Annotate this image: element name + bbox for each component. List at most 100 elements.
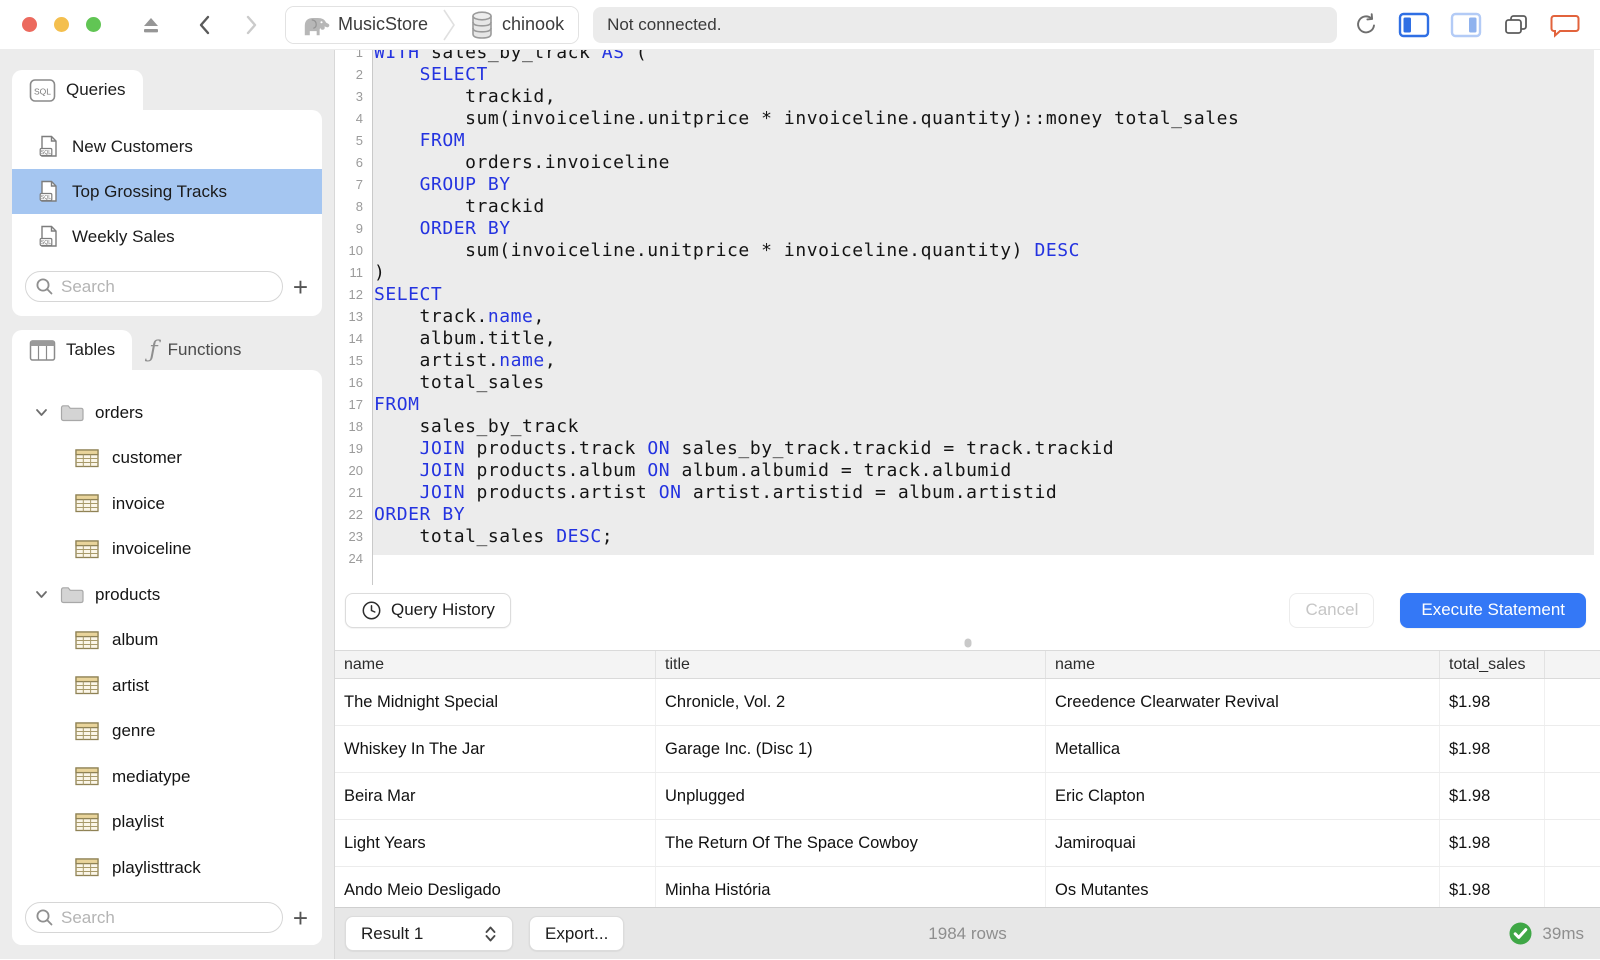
tree-table-row[interactable]: album <box>12 618 322 664</box>
server-name: MusicStore <box>338 14 429 34</box>
disclosure-chevron-icon[interactable] <box>34 587 49 602</box>
sidebar: SQL Queries SQL New Customers SQL Top Gross… <box>0 50 335 959</box>
tree-table-row[interactable]: playlisttrack <box>12 845 322 891</box>
results-cell[interactable]: The Midnight Special <box>335 679 656 725</box>
cancel-button[interactable]: Cancel <box>1289 592 1375 628</box>
tree-table-row[interactable]: artist <box>12 663 322 709</box>
results-cell[interactable]: $1.98 <box>1440 773 1545 819</box>
tree-item-label: orders <box>95 402 144 422</box>
line-number: 16 <box>348 375 363 390</box>
results-column-header[interactable]: name <box>1046 651 1440 678</box>
zoom-window-button[interactable] <box>86 17 101 32</box>
disconnect-eject-button[interactable] <box>139 13 163 37</box>
query-item-label: Weekly Sales <box>72 226 175 246</box>
tree-table-row[interactable]: genre <box>12 709 322 755</box>
navigate-forward-button[interactable] <box>237 12 263 38</box>
tab-functions-label: Functions <box>167 340 242 359</box>
results-cell[interactable]: Creedence Clearwater Revival <box>1046 679 1440 725</box>
database-cylinder-icon <box>472 10 492 39</box>
results-cell[interactable]: Unplugged <box>656 773 1046 819</box>
toggle-left-sidebar-button[interactable] <box>1398 12 1430 38</box>
results-column-header[interactable]: title <box>656 651 1046 678</box>
query-list-item[interactable]: SQL Weekly Sales <box>12 214 322 259</box>
query-list-item[interactable]: SQL Top Grossing Tracks <box>12 169 322 214</box>
results-cell[interactable]: $1.98 <box>1440 820 1545 866</box>
add-query-button[interactable]: + <box>289 274 312 300</box>
results-cell[interactable]: The Return Of The Space Cowboy <box>656 820 1046 866</box>
code-line: orders.invoiceline <box>374 152 671 173</box>
editor-results-splitter[interactable] <box>335 635 1600 650</box>
tab-queries-label: Queries <box>66 80 126 99</box>
feedback-button[interactable] <box>1550 12 1580 38</box>
tree-folder-row[interactable]: orders <box>12 390 322 436</box>
search-icon <box>36 278 53 295</box>
line-number: 1 <box>355 50 363 60</box>
execute-statement-button[interactable]: Execute Statement <box>1400 592 1586 628</box>
close-window-button[interactable] <box>22 17 37 32</box>
results-cell[interactable] <box>1545 820 1600 866</box>
toggle-right-sidebar-button[interactable] <box>1450 12 1482 38</box>
sidebar-left-icon <box>1398 12 1430 37</box>
tables-search-input[interactable] <box>54 907 282 928</box>
results-cell[interactable] <box>1545 773 1600 819</box>
tree-item-label: invoiceline <box>112 539 192 559</box>
results-column-header[interactable]: total_sales <box>1440 651 1545 678</box>
function-icon: ƒ <box>149 337 158 363</box>
results-cell[interactable] <box>1545 726 1600 772</box>
tree-table-row[interactable]: playlist <box>12 800 322 846</box>
tree-item-label: playlisttrack <box>112 857 201 877</box>
results-cell[interactable]: Metallica <box>1046 726 1440 772</box>
results-cell[interactable]: Light Years <box>335 820 656 866</box>
tab-functions[interactable]: ƒ Functions <box>132 330 258 370</box>
query-history-button[interactable]: Query History <box>345 592 511 628</box>
tree-table-row[interactable]: invoice <box>12 481 322 527</box>
results-cell[interactable]: Eric Clapton <box>1046 773 1440 819</box>
breadcrumb-server[interactable]: MusicStore <box>286 6 443 43</box>
query-list-item[interactable]: SQL New Customers <box>12 124 322 169</box>
results-cell[interactable]: Garage Inc. (Disc 1) <box>656 726 1046 772</box>
results-cell[interactable]: Os Mutantes <box>1046 867 1440 907</box>
breadcrumb-database[interactable]: chinook <box>456 6 579 43</box>
results-cell[interactable]: $1.98 <box>1440 679 1545 725</box>
results-cell[interactable]: Chronicle, Vol. 2 <box>656 679 1046 725</box>
line-number: 9 <box>355 221 363 236</box>
results-column-header[interactable]: name <box>335 651 656 678</box>
tree-table-row[interactable]: customer <box>12 436 322 482</box>
sql-editor[interactable]: 1 2 3 4 5 6 7 8 9 10 11 12 13 14 15 16 17 18 19 20 21 22 23 24 … <box>335 50 1600 585</box>
results-cell[interactable]: Ando Meio Desligado <box>335 867 656 907</box>
results-cell[interactable] <box>1545 867 1600 907</box>
queries-search-input[interactable] <box>54 276 282 297</box>
line-number: 8 <box>355 199 363 214</box>
window-tabs-button[interactable] <box>1502 12 1530 38</box>
line-number: 21 <box>348 485 363 500</box>
results-cell[interactable]: Beira Mar <box>335 773 656 819</box>
tree-item-label: genre <box>112 721 156 741</box>
tables-search-box <box>25 902 283 933</box>
code-line: total_sales <box>374 372 545 393</box>
reload-button[interactable] <box>1353 12 1378 37</box>
minimize-window-button[interactable] <box>54 17 69 32</box>
results-cell[interactable]: Minha História <box>656 867 1046 907</box>
results-cell[interactable]: Whiskey In The Jar <box>335 726 656 772</box>
tab-tables[interactable]: Tables <box>12 330 133 370</box>
tree-folder-row[interactable]: products <box>12 572 322 618</box>
results-cell[interactable]: Jamiroquai <box>1046 820 1440 866</box>
results-column-header[interactable] <box>1545 651 1600 678</box>
results-cell[interactable]: $1.98 <box>1440 726 1545 772</box>
line-number: 10 <box>348 243 363 258</box>
results-row: Light Years The Return Of The Space Cowbo… <box>335 820 1600 867</box>
navigate-back-button[interactable] <box>193 12 219 38</box>
success-check-icon <box>1509 922 1532 945</box>
line-number: 6 <box>355 155 363 170</box>
results-cell[interactable] <box>1545 679 1600 725</box>
tab-queries[interactable]: SQL Queries <box>12 70 143 110</box>
export-button[interactable]: Export... <box>529 916 625 951</box>
result-selector-dropdown[interactable]: Result 1 <box>345 916 513 951</box>
sql-file-icon: SQL <box>39 135 57 157</box>
disclosure-chevron-icon[interactable] <box>34 405 49 420</box>
results-cell[interactable]: $1.98 <box>1440 867 1545 907</box>
code-line: GROUP BY <box>419 174 511 195</box>
tree-table-row[interactable]: mediatype <box>12 754 322 800</box>
add-table-button[interactable]: + <box>289 905 312 931</box>
tree-table-row[interactable]: invoiceline <box>12 527 322 573</box>
